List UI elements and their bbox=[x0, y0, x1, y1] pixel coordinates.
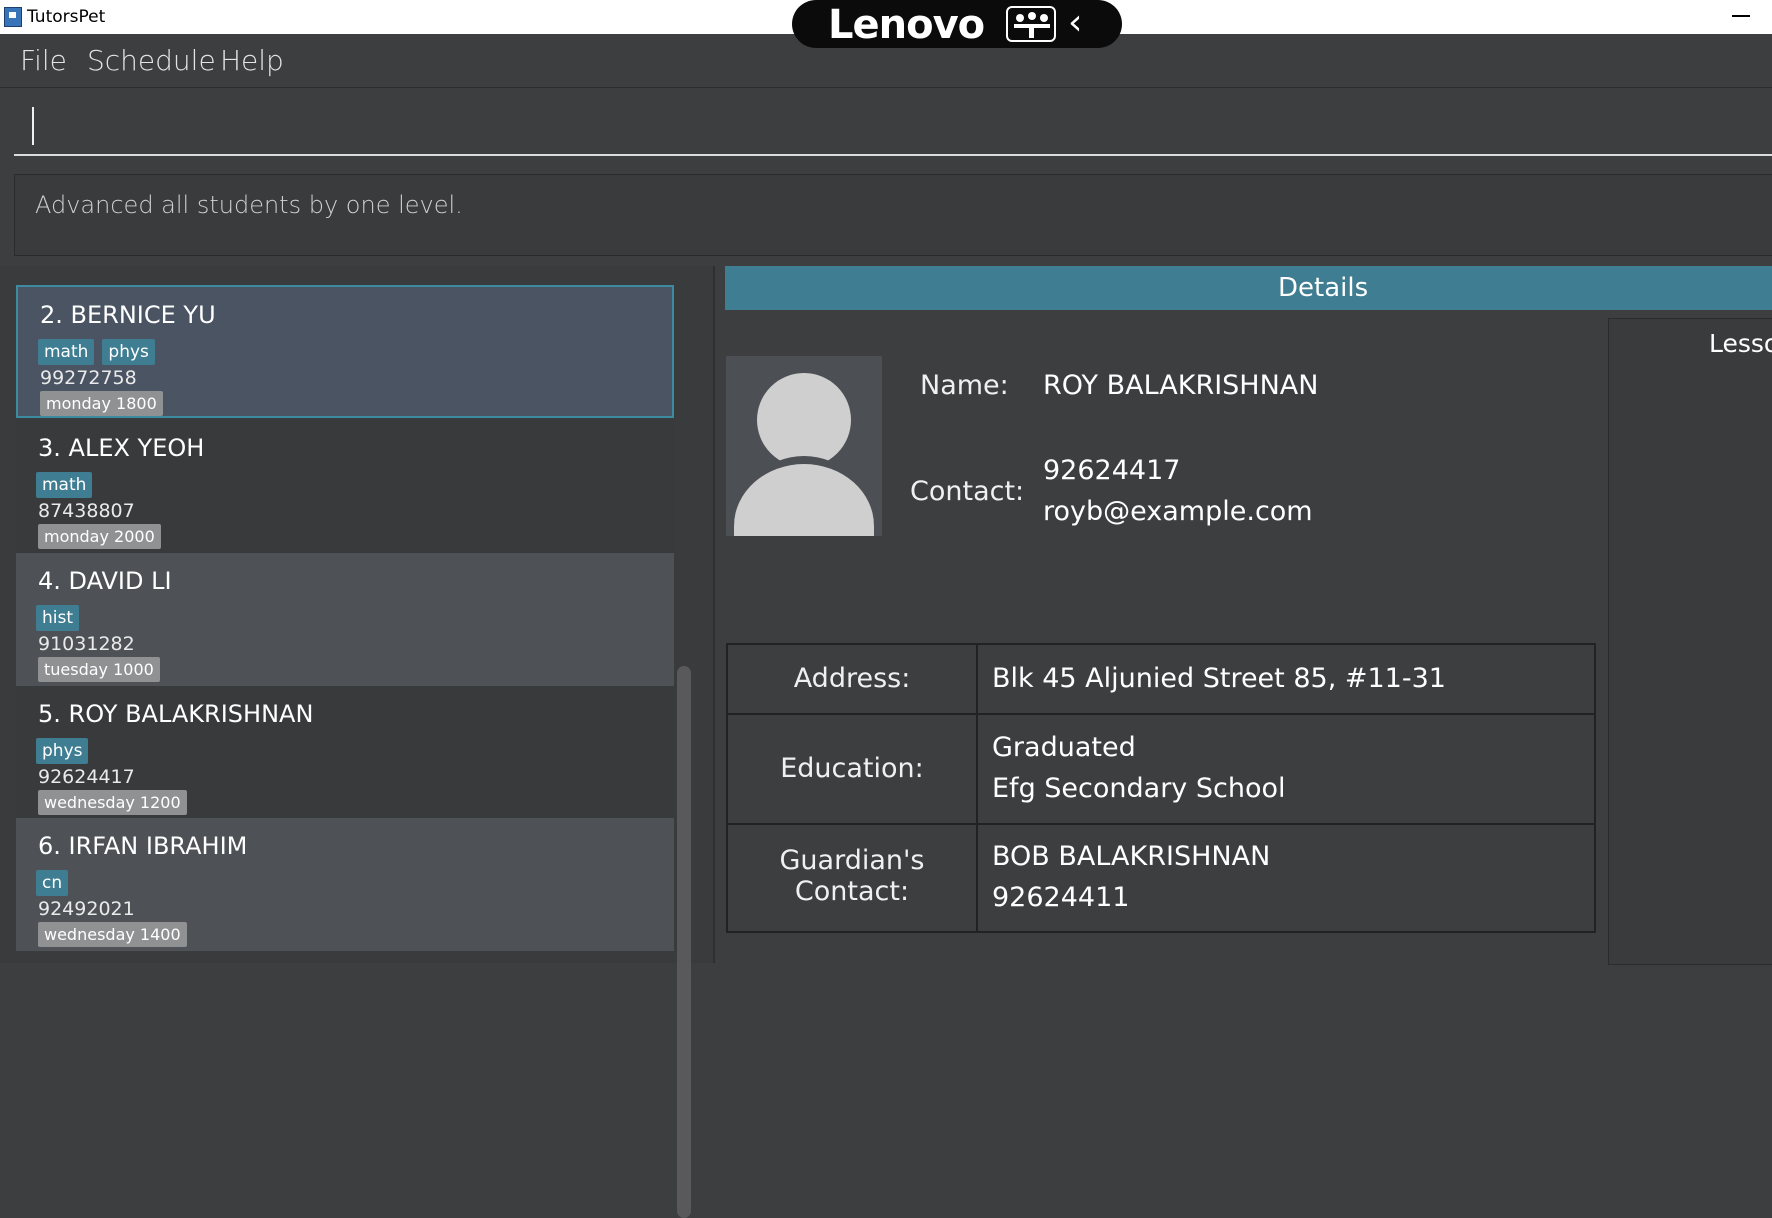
table-row: Guardian's Contact: BOB BALAKRISHNAN 926… bbox=[728, 825, 1594, 931]
student-phone: 87438807 bbox=[38, 500, 135, 522]
subject-tag: cn bbox=[36, 870, 69, 896]
command-input[interactable] bbox=[14, 92, 1772, 156]
guardian-name: BOB BALAKRISHNAN bbox=[992, 841, 1271, 872]
lesson-slot-tag: monday 2000 bbox=[38, 524, 161, 549]
student-name: 4. DAVID LI bbox=[38, 567, 172, 595]
address-value: Blk 45 Aljunied Street 85, #11-31 bbox=[992, 663, 1446, 694]
student-phone: 92492021 bbox=[38, 898, 135, 920]
table-row: Education: Graduated Efg Secondary Schoo… bbox=[728, 715, 1594, 825]
app-icon bbox=[4, 7, 22, 27]
address-label: Address: bbox=[793, 663, 911, 694]
list-scrollbar[interactable] bbox=[677, 666, 691, 1218]
details-header: Details bbox=[725, 266, 1772, 310]
text-cursor bbox=[32, 107, 34, 145]
lesson-slot-tag: monday 1800 bbox=[40, 391, 163, 416]
avatar-icon bbox=[726, 356, 882, 536]
lessons-title: Lesso bbox=[1709, 329, 1772, 358]
student-list-panel: 2. BERNICE YU math phys 99272758 monday 1… bbox=[0, 266, 715, 1218]
lessons-panel: Lesso bbox=[1608, 318, 1772, 965]
details-table: Address: Blk 45 Aljunied Street 85, #11-… bbox=[726, 643, 1596, 933]
menu-help[interactable]: Help bbox=[220, 44, 284, 77]
name-label: Name: bbox=[920, 370, 1009, 401]
education-line-1: Graduated bbox=[992, 732, 1136, 763]
lesson-slot-tag: wednesday 1200 bbox=[38, 790, 187, 815]
guardian-label-line-2: Contact: bbox=[794, 876, 910, 907]
lenovo-remote-toolbar: Lenovo ‹ bbox=[792, 0, 1122, 48]
contact-email: royb@example.com bbox=[1043, 496, 1313, 527]
subject-tag: hist bbox=[36, 605, 80, 631]
student-phone: 99272758 bbox=[40, 367, 137, 389]
student-name: 2. BERNICE YU bbox=[40, 301, 216, 329]
student-card[interactable]: 2. BERNICE YU math phys 99272758 monday 1… bbox=[16, 285, 674, 418]
minimize-button[interactable] bbox=[1732, 15, 1750, 18]
student-card[interactable]: 3. ALEX YEOH math 87438807 monday 2000 bbox=[16, 420, 674, 553]
subject-tag: phys bbox=[36, 738, 89, 764]
remote-control-icon[interactable] bbox=[1006, 6, 1056, 42]
contact-phone: 92624417 bbox=[1043, 455, 1181, 486]
contact-label: Contact: bbox=[910, 476, 1025, 507]
result-display: Advanced all students by one level. bbox=[14, 174, 1772, 256]
subject-tag: math bbox=[38, 339, 95, 365]
menu-file[interactable]: File bbox=[20, 44, 67, 77]
menu-schedule[interactable]: Schedule bbox=[87, 44, 216, 77]
details-title: Details bbox=[1278, 273, 1369, 303]
window-title: TutorsPet bbox=[27, 7, 106, 27]
subject-tag: math bbox=[36, 472, 93, 498]
student-card[interactable]: 5. ROY BALAKRISHNAN phys 92624417 wednes… bbox=[16, 686, 674, 819]
table-row: Address: Blk 45 Aljunied Street 85, #11-… bbox=[728, 645, 1594, 715]
student-phone: 92624417 bbox=[38, 766, 135, 788]
subject-tag: phys bbox=[102, 339, 155, 365]
name-value: ROY BALAKRISHNAN bbox=[1043, 370, 1319, 401]
student-name: 3. ALEX YEOH bbox=[38, 434, 205, 462]
guardian-phone: 92624411 bbox=[992, 882, 1130, 913]
student-card[interactable]: 4. DAVID LI hist 91031282 tuesday 1000 bbox=[16, 553, 674, 686]
student-name: 5. ROY BALAKRISHNAN bbox=[38, 700, 314, 728]
lenovo-logo: Lenovo bbox=[828, 2, 985, 48]
lesson-slot-tag: tuesday 1000 bbox=[38, 657, 160, 682]
lesson-slot-tag: wednesday 1400 bbox=[38, 922, 187, 947]
education-line-2: Efg Secondary School bbox=[992, 773, 1286, 804]
result-message: Advanced all students by one level. bbox=[35, 191, 463, 219]
education-label: Education: bbox=[780, 753, 924, 784]
student-name: 6. IRFAN IBRAHIM bbox=[38, 832, 248, 860]
chevron-left-icon[interactable]: ‹ bbox=[1068, 2, 1082, 43]
student-phone: 91031282 bbox=[38, 633, 135, 655]
student-card[interactable]: 6. IRFAN IBRAHIM cn 92492021 wednesday 1… bbox=[16, 818, 674, 951]
guardian-label-line-1: Guardian's bbox=[779, 845, 925, 876]
